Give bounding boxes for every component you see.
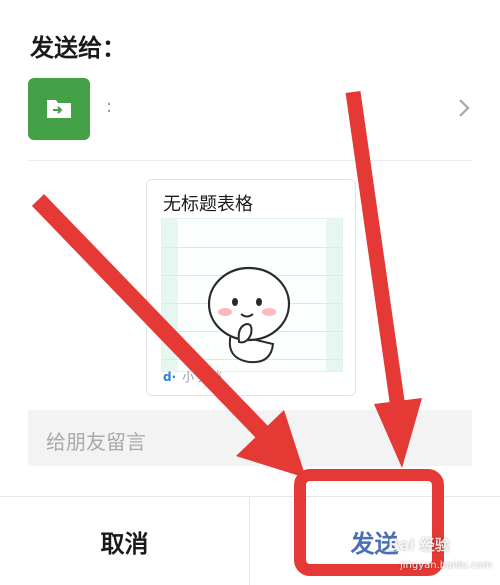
- message-input[interactable]: 给朋友留言: [28, 410, 472, 466]
- chevron-right-icon[interactable]: [458, 98, 470, 122]
- watermark: Bai 经验: [388, 536, 450, 554]
- card-source: 小 文档: [182, 370, 222, 384]
- send-button[interactable]: 发送: [250, 497, 499, 585]
- recipient-name: :: [106, 96, 113, 117]
- divider: [28, 160, 472, 161]
- card-footer: d· 小 文档: [163, 368, 222, 385]
- cancel-button[interactable]: 取消: [0, 497, 249, 585]
- shared-document-card: 无标题表格 d· 小 文档: [146, 179, 356, 396]
- recipient-row[interactable]: :: [0, 70, 500, 150]
- sticker-image: [201, 262, 301, 372]
- message-placeholder: 给朋友留言: [46, 430, 146, 454]
- page-title: 发送给：: [30, 34, 126, 62]
- docs-logo-icon: d·: [163, 370, 177, 384]
- document-title: 无标题表格: [163, 194, 253, 215]
- watermark-url: jingyan.baidu.com: [400, 560, 493, 571]
- forward-arrow-icon: [28, 78, 90, 140]
